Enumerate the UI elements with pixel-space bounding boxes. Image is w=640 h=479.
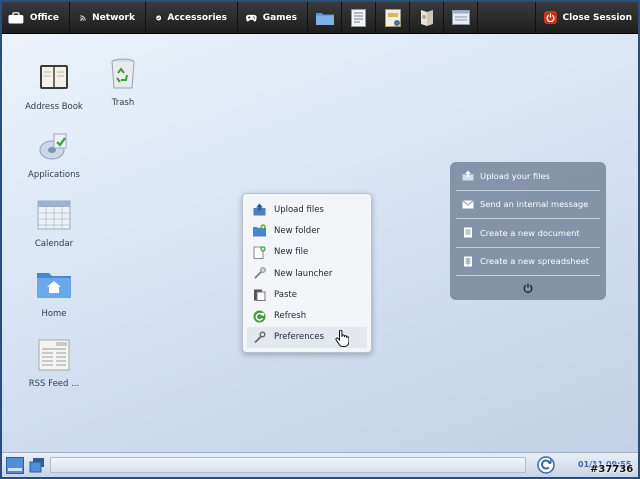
menu-accessories-label: Accessories	[167, 12, 227, 23]
menu-office[interactable]: Office	[2, 2, 70, 33]
power-icon	[523, 283, 533, 293]
show-desktop-icon[interactable]	[6, 457, 24, 474]
menu-item-refresh[interactable]: Refresh	[247, 305, 367, 326]
bottom-panel: 01/11 09:55	[2, 452, 638, 477]
applications-icon	[39, 133, 67, 160]
quick-new-spreadsheet[interactable]: Create a new spreadsheet	[456, 248, 600, 276]
menu-item-label: New file	[274, 247, 309, 258]
upload-icon	[462, 170, 474, 181]
menu-network-label: Network	[92, 12, 135, 23]
menu-network[interactable]: Network	[70, 2, 146, 33]
desktop-icon-label: Calendar	[34, 239, 74, 249]
desktop-context-menu: Upload files New folder New file New lau…	[242, 193, 372, 353]
new-folder-icon	[253, 224, 266, 237]
desktop-icon-address-book[interactable]: Address Book	[24, 60, 84, 112]
quick-item-label: Upload your files	[480, 170, 550, 181]
menu-item-new-file[interactable]: New file	[247, 242, 367, 263]
gamepad-icon	[246, 14, 257, 21]
checkmark-icon	[156, 15, 162, 20]
power-icon	[543, 11, 557, 24]
briefcase-icon	[8, 11, 24, 23]
new-file-icon	[253, 246, 266, 259]
desktop-icon-label: Address Book	[25, 102, 83, 112]
upload-icon	[253, 203, 266, 216]
top-panel: Office Network Accessories Games Close S…	[2, 2, 638, 34]
desktop-icon-label: Home	[41, 309, 67, 319]
folder-icon	[315, 12, 334, 25]
quick-actions-panel: Upload your files Send an internal messa…	[450, 162, 606, 300]
calendar-app-icon	[384, 8, 401, 27]
menu-item-new-folder[interactable]: New folder	[247, 220, 367, 241]
taskbar-area[interactable]	[50, 457, 526, 473]
preferences-icon	[254, 331, 266, 344]
menu-office-label: Office	[29, 12, 59, 23]
menu-item-label: Refresh	[274, 311, 307, 322]
new-launcher-icon	[254, 267, 266, 279]
menu-accessories[interactable]: Accessories	[146, 2, 238, 33]
menu-item-paste[interactable]: Paste	[247, 284, 367, 305]
quick-power-button[interactable]	[450, 276, 606, 300]
home-folder-icon	[37, 273, 71, 298]
quick-upload-files[interactable]: Upload your files	[456, 162, 600, 191]
desktop-icon-label: RSS Feed ...	[28, 379, 80, 389]
window-icon	[451, 10, 470, 25]
quick-send-message[interactable]: Send an internal message	[456, 191, 600, 219]
windows-list-icon[interactable]	[29, 457, 45, 473]
trash-icon	[111, 58, 135, 89]
launcher-file-manager[interactable]	[308, 2, 342, 33]
spreadsheet-icon	[464, 256, 472, 267]
message-icon	[462, 199, 474, 209]
menu-item-label: Paste	[274, 289, 297, 300]
menu-item-label: New folder	[274, 225, 320, 236]
wifi-icon	[80, 14, 86, 21]
quick-item-label: Create a new spreadsheet	[480, 256, 590, 267]
launcher-user[interactable]	[410, 2, 444, 33]
refresh-icon	[253, 310, 266, 323]
desktop-icon-trash[interactable]: Trash	[93, 56, 153, 108]
desktop-icon-applications[interactable]: Applications	[24, 128, 84, 180]
sync-status-icon[interactable]	[537, 456, 555, 474]
close-session-button[interactable]: Close Session	[534, 2, 638, 33]
launcher-text-editor[interactable]	[342, 2, 376, 33]
calendar-icon	[37, 200, 71, 230]
desktop-icon-calendar[interactable]: Calendar	[24, 197, 84, 249]
menu-item-label: Preferences	[274, 332, 324, 343]
user-icon	[420, 9, 433, 26]
launcher-bar	[308, 2, 478, 33]
quick-item-label: Send an internal message	[480, 199, 589, 210]
launcher-calendar-app[interactable]	[376, 2, 410, 33]
address-book-icon	[40, 65, 68, 89]
menu-item-upload-files[interactable]: Upload files	[247, 199, 367, 220]
close-session-label: Close Session	[562, 12, 632, 23]
menu-games-label: Games	[262, 12, 297, 23]
desktop-icon-label: Trash	[111, 98, 135, 108]
menu-item-new-launcher[interactable]: New launcher	[247, 263, 367, 284]
text-editor-icon	[351, 8, 366, 27]
launcher-window[interactable]	[444, 2, 478, 33]
menu-item-preferences[interactable]: Preferences	[247, 326, 367, 349]
watermark-id: #37736	[590, 464, 634, 475]
paste-icon	[254, 289, 266, 302]
quick-new-document[interactable]: Create a new document	[456, 219, 600, 248]
rss-news-icon	[38, 339, 70, 371]
desktop-icon-rss-feed[interactable]: RSS Feed ...	[24, 337, 84, 389]
menu-games[interactable]: Games	[238, 2, 308, 33]
quick-item-label: Create a new document	[480, 227, 580, 238]
desktop-icon-home[interactable]: Home	[24, 267, 84, 319]
document-icon	[464, 227, 472, 238]
desktop-icon-label: Applications	[28, 170, 80, 180]
hand-cursor-icon	[335, 329, 349, 347]
menu-item-label: Upload files	[274, 204, 324, 215]
menu-item-label: New launcher	[274, 268, 333, 279]
